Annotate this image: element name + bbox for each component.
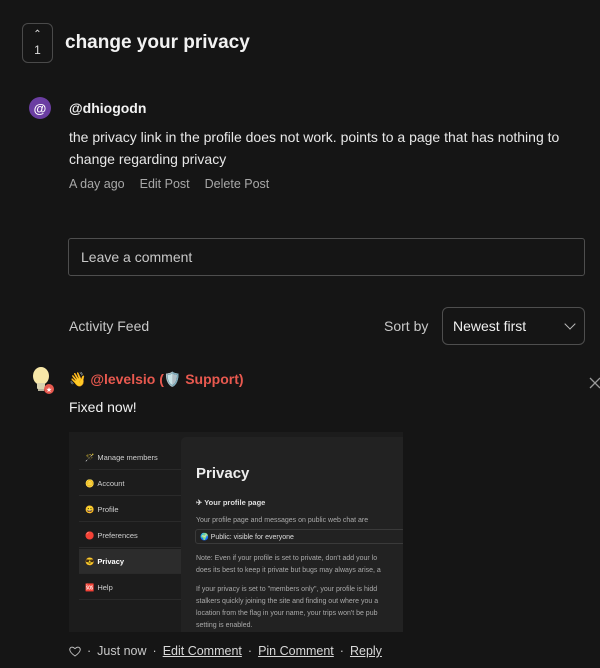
sidebar-item-label: Profile <box>97 504 119 514</box>
screenshot-note-line: does its best to keep it private but bug… <box>196 567 381 574</box>
sidebar-item-label: Help <box>97 582 113 592</box>
post-title: change your privacy <box>65 32 250 53</box>
post-body: the privacy link in the profile does not… <box>69 129 560 167</box>
screenshot-members-line: location from the flag in your name, you… <box>196 610 378 617</box>
sidebar-item-icon: 😀 <box>85 504 95 514</box>
sidebar-item-icon: 😎 <box>85 556 95 566</box>
comment-time: Just now <box>97 644 147 658</box>
comment-input[interactable] <box>68 238 585 276</box>
close-icon[interactable] <box>588 376 600 390</box>
screenshot-panel-subtitle: ✈ Your profile page <box>196 498 266 507</box>
screenshot-panel-line: Your profile page and messages on public… <box>196 517 369 524</box>
separator: · <box>339 644 344 658</box>
author-avatar: @ <box>29 97 51 119</box>
sort-label: Sort by <box>384 318 429 334</box>
separator: · <box>152 644 157 658</box>
sidebar-item-icon: 🆘 <box>85 582 95 592</box>
post-author[interactable]: @dhiogodn <box>69 100 146 116</box>
upvote-count: 1 <box>34 42 41 57</box>
heart-icon[interactable] <box>69 646 81 657</box>
chevron-down-icon <box>564 318 576 330</box>
sidebar-item-label: Account <box>97 478 125 488</box>
sidebar-item-icon: 🪙 <box>85 478 95 488</box>
edit-post-link[interactable]: Edit Post <box>140 177 190 191</box>
post-meta: A day ago Edit Post Delete Post <box>69 177 269 191</box>
sidebar-item-label: Privacy <box>97 556 125 566</box>
screenshot-sidebar-item: 😀 Profile <box>79 497 183 522</box>
sidebar-item-icon: 🔴 <box>85 530 95 540</box>
sidebar-item-label: Manage members <box>97 452 158 462</box>
activity-feed-label: Activity Feed <box>69 318 150 334</box>
screenshot-sidebar-item: 🪙 Account <box>79 471 183 496</box>
delete-post-link[interactable]: Delete Post <box>205 177 270 191</box>
reply-link[interactable]: Reply <box>350 644 382 658</box>
separator: · <box>247 644 253 658</box>
screenshot-panel: Privacy ✈ Your profile page Your profile… <box>181 437 403 632</box>
upvote-button[interactable]: ⌃ 1 <box>22 23 53 63</box>
separator: · <box>87 644 92 658</box>
sort-select[interactable]: Newest first <box>442 307 585 345</box>
screenshot-privacy-select: 🌍 Public: visible for everyone <box>195 529 403 544</box>
edit-comment-link[interactable]: Edit Comment <box>163 644 242 658</box>
comment-author[interactable]: 👋 @levelsio (🛡️ Support) <box>69 371 244 388</box>
screenshot-members-line: setting is enabled. <box>196 622 253 629</box>
screenshot-sidebar-item: 😎 Privacy <box>79 549 183 574</box>
chevron-up-icon: ⌃ <box>33 28 42 40</box>
screenshot-sidebar-item: 🪄 Manage members <box>79 445 183 470</box>
screenshot-sidebar-item: 🆘 Help <box>79 575 183 600</box>
svg-text:★: ★ <box>46 386 52 394</box>
comment-footer: · Just now · Edit Comment · Pin Comment … <box>69 644 382 658</box>
screenshot-members-line: stalkers quickly joining the site and fi… <box>196 598 379 605</box>
comment-text: Fixed now! <box>69 399 137 415</box>
sidebar-item-icon: 🪄 <box>85 452 95 462</box>
sort-value: Newest first <box>453 318 527 334</box>
post-time: A day ago <box>69 177 125 191</box>
sidebar-item-label: Preferences <box>97 530 138 540</box>
comment-image[interactable]: 🪄 Manage members 🪙 Account 😀 Profile 🔴 Preferen… <box>69 432 403 632</box>
screenshot-members-line: If your privacy is set to "members only"… <box>196 586 378 593</box>
pin-comment-link[interactable]: Pin Comment <box>258 644 334 658</box>
screenshot-panel-title: Privacy <box>196 465 250 482</box>
screenshot-note-line: Note: Even if your profile is set to pri… <box>196 555 378 562</box>
screenshot-sidebar-item: 🔴 Preferences <box>79 523 183 548</box>
lightbulb-icon: ★ <box>33 367 54 394</box>
